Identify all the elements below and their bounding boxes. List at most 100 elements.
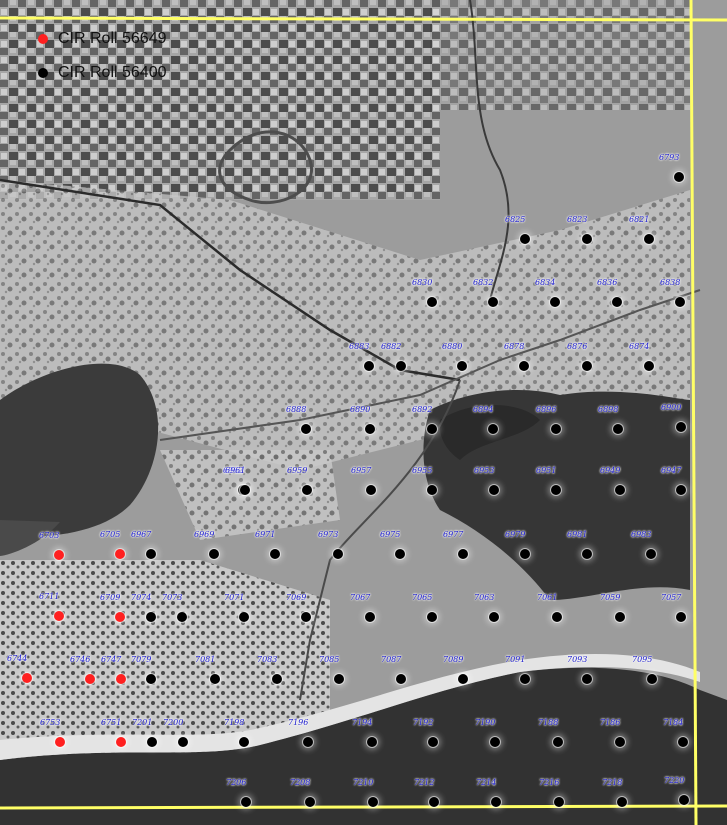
photo-center-dot-icon	[85, 674, 95, 684]
photo-center-dot-icon	[333, 549, 343, 559]
photo-center-dot-icon	[458, 549, 468, 559]
photo-number-label: 6874	[629, 342, 650, 351]
photo-center-dot-icon	[489, 612, 499, 622]
photo-number-label: 7073	[162, 593, 183, 602]
photo-center-dot-icon	[395, 549, 405, 559]
photo-center-dot-icon	[644, 234, 654, 244]
photo-center-dot-icon	[428, 737, 438, 747]
photo-number-label: 6959	[287, 466, 308, 475]
photo-center-dot-icon	[146, 549, 156, 559]
photo-number-label: 6838	[660, 278, 681, 287]
photo-number-label: 6953	[474, 466, 495, 475]
photo-center-dot-icon	[457, 361, 467, 371]
photo-center-dot-icon	[303, 737, 313, 747]
photo-center-dot-icon	[491, 797, 501, 807]
photo-center-dot-icon	[676, 422, 686, 432]
photo-center-dot-icon	[427, 485, 437, 495]
photo-number-label: 7198	[224, 718, 245, 727]
legend-item-roll-56400: CIR Roll 56400	[38, 64, 167, 82]
photo-number-label: 6880	[442, 342, 463, 351]
photo-center-dot-icon	[239, 612, 249, 622]
photo-number-label: 7057	[661, 593, 682, 602]
photo-number-label: 6957	[351, 466, 372, 475]
photo-center-dot-icon	[489, 485, 499, 495]
photo-number-label: 6825	[505, 215, 526, 224]
photo-number-label: 6878	[504, 342, 525, 351]
photo-number-label: 7218	[602, 778, 623, 787]
photo-number-label: 6900	[661, 403, 682, 412]
photo-center-dot-icon	[488, 297, 498, 307]
photo-center-dot-icon	[241, 797, 251, 807]
photo-number-label: 6747	[101, 655, 122, 664]
photo-center-dot-icon	[177, 612, 187, 622]
photo-center-dot-icon	[519, 361, 529, 371]
photo-center-dot-icon	[551, 485, 561, 495]
photo-center-dot-icon	[520, 674, 530, 684]
map-canvas: CIR Roll 56649 CIR Roll 56400 6793 6825 68…	[0, 0, 727, 825]
photo-number-label: 6967	[131, 530, 152, 539]
photo-number-label: 6751	[101, 718, 122, 727]
photo-number-label: 6882	[381, 342, 402, 351]
photo-number-label: 6983	[631, 530, 652, 539]
photo-center-dot-icon	[520, 549, 530, 559]
photo-number-label: 6703	[39, 531, 60, 540]
photo-center-dot-icon	[240, 485, 250, 495]
photo-center-dot-icon	[644, 361, 654, 371]
photo-center-dot-icon	[647, 674, 657, 684]
photo-number-label: 6977	[443, 530, 464, 539]
photo-center-dot-icon	[54, 550, 64, 560]
photo-center-dot-icon	[582, 234, 592, 244]
photo-center-dot-icon	[366, 485, 376, 495]
photo-number-label: 7201	[132, 718, 153, 727]
photo-number-label: 6821	[629, 215, 650, 224]
photo-number-label: 6836	[597, 278, 618, 287]
photo-center-dot-icon	[301, 424, 311, 434]
photo-center-dot-icon	[146, 674, 156, 684]
photo-center-dot-icon	[678, 737, 688, 747]
photo-center-dot-icon	[676, 612, 686, 622]
photo-number-label: 6705	[100, 530, 121, 539]
legend-label: CIR Roll 56649	[58, 30, 167, 47]
photo-center-dot-icon	[22, 673, 32, 683]
photo-center-dot-icon	[365, 612, 375, 622]
photo-number-label: 6894	[473, 405, 494, 414]
photo-number-label: 6888	[286, 405, 307, 414]
photo-center-dot-icon	[54, 611, 64, 621]
photo-center-dot-icon	[613, 424, 623, 434]
photo-number-label: 6961	[225, 466, 246, 475]
photo-number-label: 7214	[476, 778, 497, 787]
photo-number-label: 6971	[255, 530, 276, 539]
photo-number-label: 7067	[350, 593, 371, 602]
photo-center-dot-icon	[209, 549, 219, 559]
photo-number-label: 7091	[505, 655, 526, 664]
photo-center-dot-icon	[520, 234, 530, 244]
photo-center-dot-icon	[272, 674, 282, 684]
photo-number-label: 6744	[7, 654, 28, 663]
photo-number-label: 7083	[257, 655, 278, 664]
photo-center-dot-icon	[147, 737, 157, 747]
photo-center-dot-icon	[490, 737, 500, 747]
photo-number-label: 6709	[100, 593, 121, 602]
photo-center-dot-icon	[553, 737, 563, 747]
photo-center-dot-icon	[301, 612, 311, 622]
photo-center-dot-icon	[617, 797, 627, 807]
photo-center-dot-icon	[582, 361, 592, 371]
photo-center-dot-icon	[458, 674, 468, 684]
photo-number-label: 6981	[567, 530, 588, 539]
photo-center-dot-icon	[429, 797, 439, 807]
photo-center-dot-icon	[615, 485, 625, 495]
photo-center-dot-icon	[365, 424, 375, 434]
photo-center-dot-icon	[364, 361, 374, 371]
photo-number-label: 6711	[39, 592, 60, 601]
photo-number-label: 7061	[537, 593, 558, 602]
photo-center-dot-icon	[675, 297, 685, 307]
photo-number-label: 6973	[318, 530, 339, 539]
photo-number-label: 6975	[380, 530, 401, 539]
photo-number-label: 7196	[288, 718, 309, 727]
photo-number-label: 7216	[539, 778, 560, 787]
photo-center-dot-icon	[552, 612, 562, 622]
photo-number-label: 7065	[412, 593, 433, 602]
photo-number-label: 7089	[443, 655, 464, 664]
photo-center-dot-icon	[210, 674, 220, 684]
photo-number-label: 6890	[350, 405, 371, 414]
